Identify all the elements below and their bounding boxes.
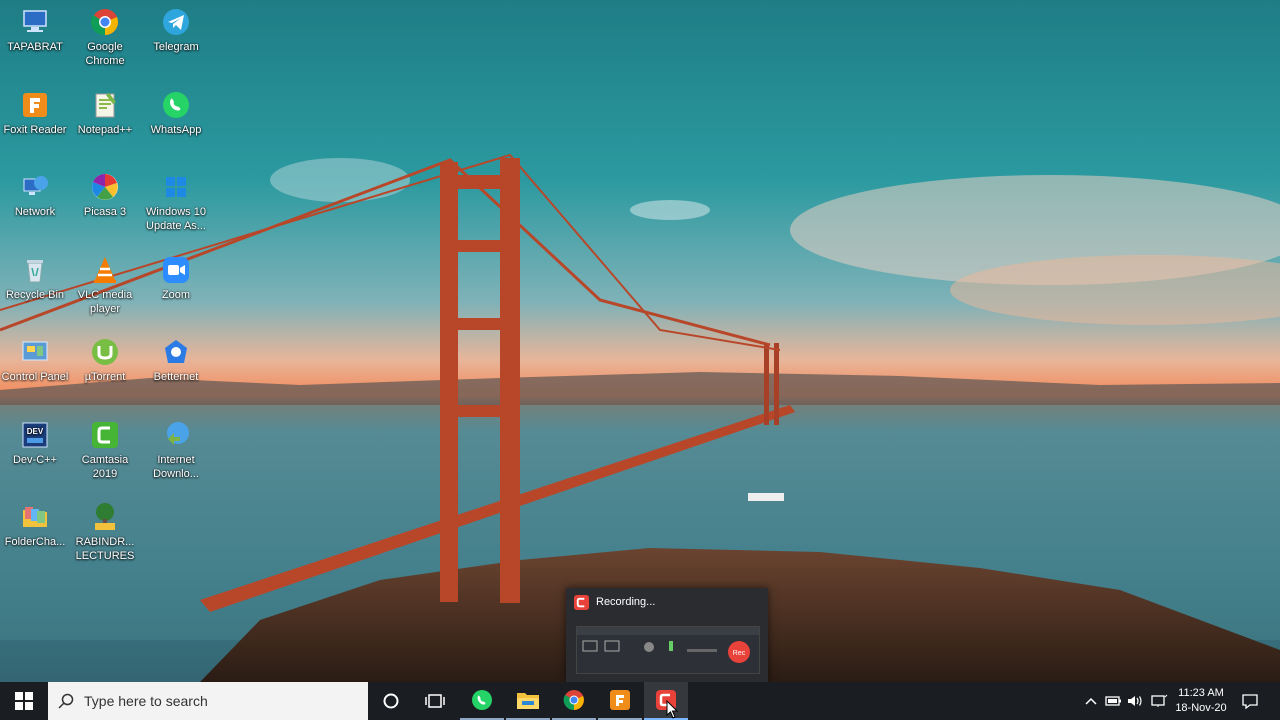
task-view-icon <box>425 694 445 708</box>
utorrent-icon <box>89 336 121 368</box>
desktop-icon-label: Windows 10 Update As... <box>146 206 206 232</box>
search-icon <box>58 693 74 709</box>
desktop-icon-label: VLC media player <box>77 288 133 315</box>
search-placeholder: Type here to search <box>84 693 208 709</box>
rec-button-label: Rec <box>733 650 746 657</box>
windows-logo-icon <box>15 692 33 710</box>
desktop-icon-label: Picasa 3 <box>83 206 127 218</box>
clock[interactable]: 11:23 AM 18-Nov-20 <box>1172 686 1230 716</box>
chevron-up-icon <box>1085 697 1097 705</box>
network-icon <box>19 171 51 203</box>
cortana-button[interactable] <box>369 682 413 720</box>
notification-icon <box>1242 694 1258 709</box>
desktop-icon-label: Dev-C++ <box>12 453 58 466</box>
desktop-icon-label: RABINDR... LECTURES <box>75 536 135 562</box>
battery-icon <box>1105 696 1121 706</box>
desktop-icon-label: Network <box>14 206 56 218</box>
control-panel-icon <box>19 336 51 368</box>
vlc-icon <box>89 254 121 286</box>
desktop-icon-recycle-bin[interactable]: Recycle Bin <box>0 248 70 302</box>
zoom-icon <box>160 254 192 286</box>
computer-icon <box>19 6 51 38</box>
foxit-icon <box>19 89 51 121</box>
network-icon <box>1151 694 1168 707</box>
taskbar-file-explorer[interactable] <box>506 682 550 720</box>
desktop-icon-network[interactable]: Network <box>0 165 70 219</box>
desktop-icon-label: Recycle Bin <box>5 288 65 301</box>
desktop-icon-label: µTorrent <box>84 371 126 383</box>
telegram-icon <box>160 6 192 38</box>
desktop-icon-tree-folder[interactable]: RABINDR... LECTURES <box>70 495 140 563</box>
taskbar-chrome[interactable] <box>552 682 596 720</box>
volume-tray-button[interactable] <box>1125 682 1147 720</box>
chrome-icon <box>89 6 121 38</box>
desktop-icon-label: Internet Downlo... <box>153 453 199 480</box>
show-hidden-icons-button[interactable] <box>1082 682 1100 720</box>
taskbar-foxit[interactable] <box>598 682 642 720</box>
whatsapp-icon <box>160 89 192 121</box>
desktop-icon-utorrent[interactable]: µTorrent <box>70 330 140 384</box>
desktop-icon-label: Foxit Reader <box>3 123 67 136</box>
desktop-icon-camtasia[interactable]: Camtasia 2019 <box>70 413 140 481</box>
recycle-bin-icon <box>19 254 51 286</box>
betternet-icon <box>160 336 192 368</box>
desktop-icon-label: WhatsApp <box>150 123 202 136</box>
picasa-icon <box>89 171 121 203</box>
desktop-icon-telegram[interactable]: Telegram <box>141 0 211 54</box>
desktop-icon-internet-download-manager[interactable]: Internet Downlo... <box>141 413 211 481</box>
start-button[interactable] <box>0 682 48 720</box>
recording-preview-popup[interactable]: Recording... Rec <box>566 588 768 682</box>
desktop-icon-windows-update[interactable]: Windows 10 Update As... <box>141 165 211 233</box>
desktop-icon-zoom[interactable]: Zoom <box>141 248 211 302</box>
foxit-icon <box>610 690 630 710</box>
recorder-window-thumbnail: Rec <box>576 626 760 674</box>
file-explorer-icon <box>517 693 539 709</box>
cortana-icon <box>383 693 399 709</box>
network-tray-button[interactable] <box>1148 682 1170 720</box>
taskbar: Type here to search 11:23 AM 18-Nov-20 <box>0 682 1280 720</box>
popup-title: Recording... <box>596 596 656 608</box>
tree-folder-icon <box>89 501 121 533</box>
speaker-icon <box>1128 696 1142 706</box>
action-center-button[interactable] <box>1236 682 1264 720</box>
desktop-icon-label: Notepad++ <box>77 123 133 136</box>
desktop-icon-dev-cpp[interactable]: DEV Dev-C++ <box>0 413 70 467</box>
desktop-icon-label: Telegram <box>153 41 199 53</box>
desktop-icon-chrome[interactable]: Google Chrome <box>70 0 140 68</box>
desktop-icon-label: Camtasia 2019 <box>81 453 129 480</box>
chrome-icon <box>563 690 584 711</box>
desktop-icon-label: Betternet <box>153 371 199 383</box>
task-view-button[interactable] <box>413 682 457 720</box>
clock-time: 11:23 AM <box>1178 687 1224 699</box>
svg-text:DEV: DEV <box>27 427 44 436</box>
desktop-icon-control-panel[interactable]: Control Panel <box>0 330 70 384</box>
desktop-icon-computer[interactable]: TAPABRAT <box>0 0 70 54</box>
taskbar-whatsapp[interactable] <box>460 682 504 720</box>
desktop-icon-picasa[interactable]: Picasa 3 <box>70 165 140 219</box>
internet-download-manager-icon <box>160 419 192 451</box>
desktop-icon-vlc[interactable]: VLC media player <box>70 248 140 316</box>
windows-update-icon <box>160 171 192 203</box>
desktop-icon-notepad-plus-plus[interactable]: Notepad++ <box>70 83 140 137</box>
desktop-icon-foxit[interactable]: Foxit Reader <box>0 83 70 137</box>
whatsapp-icon <box>472 690 492 710</box>
desktop-icon-label: Control Panel <box>1 371 69 383</box>
camtasia-recorder-icon <box>574 595 589 610</box>
desktop-icon-whatsapp[interactable]: WhatsApp <box>141 83 211 137</box>
desktop-icon-label: Google Chrome <box>85 41 125 67</box>
clock-date: 18-Nov-20 <box>1175 702 1227 714</box>
desktop-icon-folder-changer[interactable]: FolderCha... <box>0 495 70 549</box>
desktop-icon-betternet[interactable]: Betternet <box>141 330 211 384</box>
notepad-plus-plus-icon <box>89 89 121 121</box>
camtasia-icon <box>89 419 121 451</box>
desktop-icon-label: TAPABRAT <box>7 41 63 53</box>
dev-cpp-icon: DEV <box>19 419 51 451</box>
folder-changer-icon <box>19 501 51 533</box>
battery-tray-button[interactable] <box>1102 682 1124 720</box>
desktop-icon-label: Zoom <box>161 288 191 301</box>
taskbar-search-input[interactable]: Type here to search <box>48 682 368 720</box>
mouse-cursor-icon <box>666 700 679 719</box>
desktop-icon-label: FolderCha... <box>4 536 66 548</box>
